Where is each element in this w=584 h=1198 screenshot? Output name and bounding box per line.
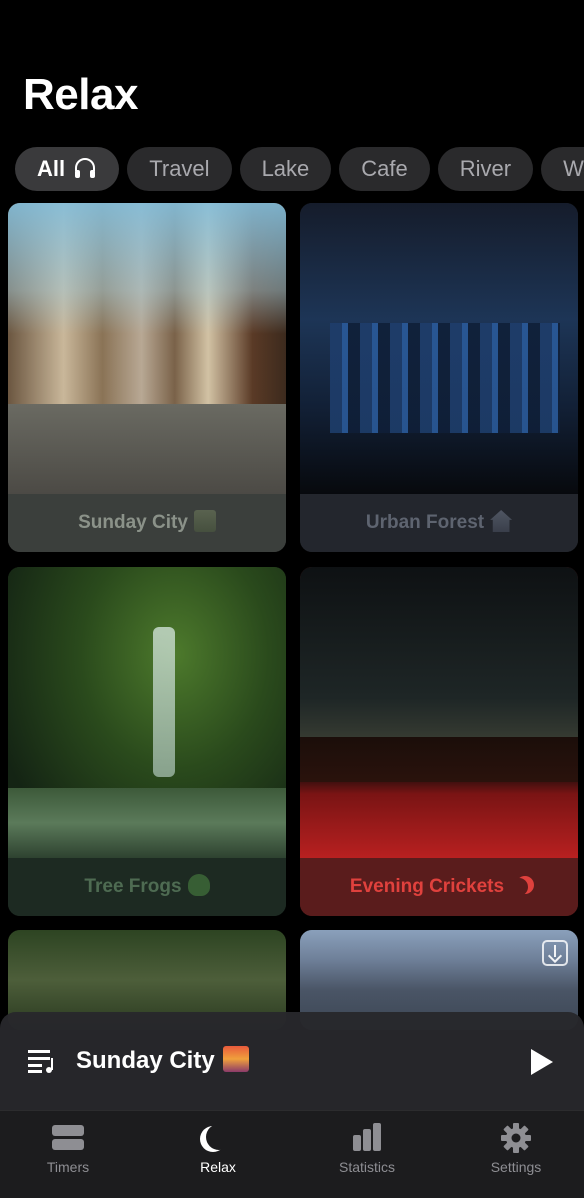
chip-river[interactable]: River (437, 147, 534, 191)
frog-emoji (187, 874, 210, 896)
sound-title: Tree Frogs (84, 876, 182, 897)
tab-settings[interactable]: Settings (456, 1123, 576, 1175)
sound-card-caption: Sunday City (8, 494, 286, 552)
gear-icon (498, 1123, 534, 1153)
now-playing-title: Sunday City (76, 1046, 249, 1075)
chip-all[interactable]: All (15, 147, 120, 191)
night-road-image (300, 567, 578, 858)
chip-travel[interactable]: Travel (127, 147, 232, 191)
tab-bar: Timers Relax Statistics Settings (0, 1110, 584, 1198)
now-playing-label: Sunday City (76, 1047, 215, 1074)
timers-icon (50, 1123, 86, 1153)
tab-label: Statistics (338, 1159, 395, 1175)
tab-label: Relax (200, 1159, 236, 1175)
city-street-image (8, 203, 286, 494)
house-emoji (490, 510, 513, 532)
bar-chart-icon (349, 1123, 385, 1153)
tab-label: Settings (490, 1159, 542, 1175)
cityscape-emoji (193, 510, 216, 532)
now-playing-bar[interactable]: Sunday City (0, 1012, 584, 1110)
sound-title: Evening Crickets (349, 876, 505, 897)
tab-relax[interactable]: Relax (158, 1123, 278, 1175)
chip-cafe[interactable]: Cafe (339, 147, 430, 191)
chip-wa[interactable]: Wa (541, 147, 584, 191)
page-title: Relax (23, 70, 138, 119)
tab-statistics[interactable]: Statistics (307, 1123, 427, 1175)
sound-title: Sunday City (78, 512, 188, 533)
crescent-moon-emoji (510, 878, 528, 896)
category-filter-bar: All TravelLakeCafeRiverWa (15, 147, 584, 191)
chip-label: All (37, 156, 66, 181)
play-button[interactable] (531, 1049, 553, 1075)
sound-card-sunday-city[interactable]: Sunday City (8, 203, 286, 552)
sound-card-caption: Urban Forest (300, 494, 578, 552)
cityscape-emoji (222, 1046, 249, 1072)
download-icon[interactable] (542, 940, 568, 966)
waterfall-image (8, 567, 286, 858)
tab-label: Timers (46, 1159, 90, 1175)
sound-title: Urban Forest (365, 512, 485, 533)
tab-timers[interactable]: Timers (8, 1123, 128, 1175)
playlist-icon[interactable] (28, 1048, 56, 1074)
sound-card-urban-forest[interactable]: Urban Forest (300, 203, 578, 552)
headphones-icon (75, 158, 96, 178)
night-skyline-image (300, 203, 578, 494)
sound-card-caption: Evening Crickets (300, 858, 578, 916)
chip-lake[interactable]: Lake (239, 147, 332, 191)
sound-card-evening-crickets[interactable]: Evening Crickets (300, 567, 578, 916)
moon-icon (200, 1123, 236, 1153)
sound-card-tree-frogs[interactable]: Tree Frogs (8, 567, 286, 916)
sound-card-caption: Tree Frogs (8, 858, 286, 916)
